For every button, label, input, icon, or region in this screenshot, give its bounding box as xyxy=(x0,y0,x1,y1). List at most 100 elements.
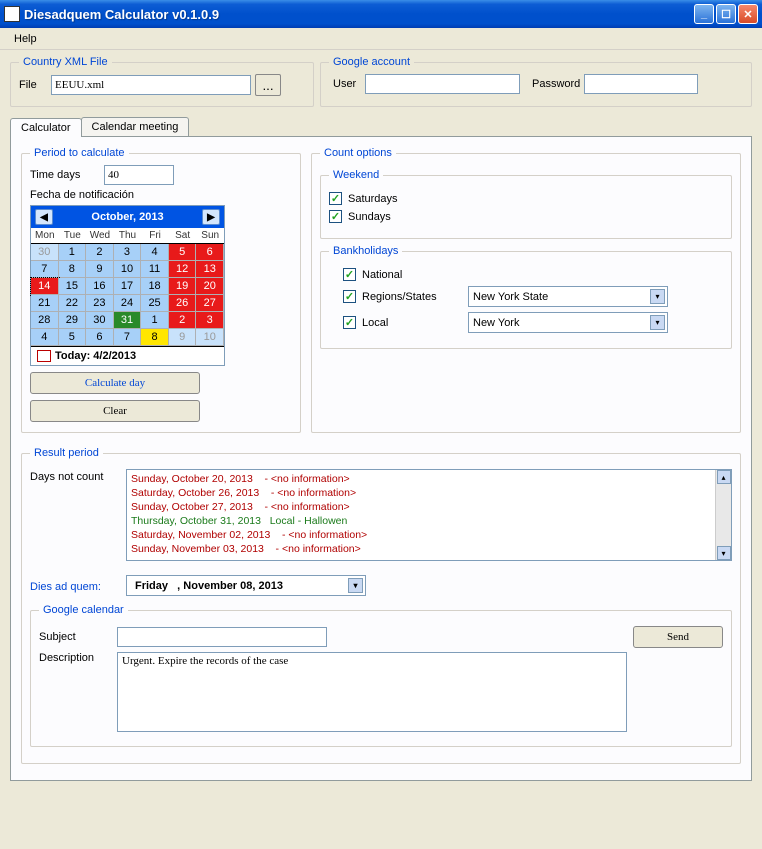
time-days-input[interactable] xyxy=(104,165,174,185)
cal-day[interactable]: 30 xyxy=(31,244,59,261)
cal-day[interactable]: 9 xyxy=(86,261,114,278)
cal-day[interactable]: 22 xyxy=(59,295,87,312)
description-textarea[interactable]: Urgent. Expire the records of the case xyxy=(117,652,627,732)
sundays-checkbox[interactable]: ✓ xyxy=(329,210,342,223)
country-legend: Country XML File xyxy=(19,56,112,68)
gcal-legend: Google calendar xyxy=(39,604,128,616)
maximize-button[interactable]: ☐ xyxy=(716,4,736,24)
count-options-group: Count options Weekend ✓ Saturdays ✓ Sund… xyxy=(311,147,741,433)
list-item[interactable]: Saturday, October 26, 2013 - <no informa… xyxy=(131,486,727,500)
days-not-count-list[interactable]: Sunday, October 20, 2013 - <no informati… xyxy=(126,469,732,561)
cal-day[interactable]: 11 xyxy=(141,261,169,278)
cal-day[interactable]: 4 xyxy=(141,244,169,261)
cal-today-label[interactable]: Today: 4/2/2013 xyxy=(55,350,136,362)
dies-ad-quem-picker[interactable]: Friday , November 08, 2013 ▾ xyxy=(126,575,366,596)
list-item[interactable]: Saturday, November 02, 2013 - <no inform… xyxy=(131,528,727,542)
time-days-label: Time days xyxy=(30,169,100,181)
national-checkbox[interactable]: ✓ xyxy=(343,268,356,281)
tab-calculator[interactable]: Calculator xyxy=(10,118,82,137)
saturdays-checkbox[interactable]: ✓ xyxy=(329,192,342,205)
cal-day[interactable]: 8 xyxy=(141,329,169,346)
browse-button[interactable]: ... xyxy=(255,74,281,96)
tab-calendar-meeting[interactable]: Calendar meeting xyxy=(81,117,190,136)
subject-input[interactable] xyxy=(117,627,327,647)
cal-day[interactable]: 4 xyxy=(31,329,59,346)
list-item[interactable]: Sunday, October 27, 2013 - <no informati… xyxy=(131,500,727,514)
clear-button[interactable]: Clear xyxy=(30,400,200,422)
cal-day[interactable]: 9 xyxy=(169,329,197,346)
cal-dow: Sun xyxy=(196,228,224,244)
cal-day[interactable]: 8 xyxy=(59,261,87,278)
cal-day[interactable]: 25 xyxy=(141,295,169,312)
cal-day[interactable]: 31 xyxy=(114,312,142,329)
google-legend: Google account xyxy=(329,56,414,68)
cal-next-button[interactable]: ▶ xyxy=(202,209,220,225)
cal-day[interactable]: 10 xyxy=(196,329,224,346)
file-input[interactable] xyxy=(51,75,251,95)
country-xml-group: Country XML File File ... xyxy=(10,56,314,107)
cal-day[interactable]: 3 xyxy=(114,244,142,261)
file-label: File xyxy=(19,79,47,91)
cal-day[interactable]: 2 xyxy=(86,244,114,261)
cal-day[interactable]: 29 xyxy=(59,312,87,329)
cal-day[interactable]: 7 xyxy=(114,329,142,346)
result-group: Result period Days not count Sunday, Oct… xyxy=(21,447,741,764)
cal-day[interactable]: 15 xyxy=(59,278,87,295)
list-item[interactable]: Thursday, October 31, 2013 Local - Hallo… xyxy=(131,514,727,528)
local-combo[interactable]: New York ▾ xyxy=(468,312,668,333)
fecha-label: Fecha de notificación xyxy=(30,189,292,201)
chevron-down-icon: ▾ xyxy=(348,578,363,593)
cal-day[interactable]: 12 xyxy=(169,261,197,278)
cal-dow: Fri xyxy=(141,228,169,244)
saturdays-label: Saturdays xyxy=(348,193,398,205)
cal-month-title: October, 2013 xyxy=(91,211,163,223)
scroll-up-icon[interactable]: ▴ xyxy=(717,470,731,484)
send-button[interactable]: Send xyxy=(633,626,723,648)
cal-day[interactable]: 26 xyxy=(169,295,197,312)
cal-day[interactable]: 23 xyxy=(86,295,114,312)
cal-prev-button[interactable]: ◀ xyxy=(35,209,53,225)
google-account-group: Google account User Password xyxy=(320,56,752,107)
cal-day[interactable]: 14 xyxy=(31,278,59,295)
calculate-day-button[interactable]: Calculate day xyxy=(30,372,200,394)
scrollbar[interactable]: ▴ ▾ xyxy=(715,470,731,560)
chevron-down-icon: ▾ xyxy=(650,289,665,304)
password-input[interactable] xyxy=(584,74,698,94)
minimize-button[interactable]: _ xyxy=(694,4,714,24)
cal-day[interactable]: 2 xyxy=(169,312,197,329)
cal-day[interactable]: 3 xyxy=(196,312,224,329)
cal-day[interactable]: 6 xyxy=(86,329,114,346)
bankholidays-group: Bankholidays ✓ National ✓ Regions/States… xyxy=(320,245,732,349)
window-title: Diesadquem Calculator v0.1.0.9 xyxy=(24,7,694,22)
cal-day[interactable]: 10 xyxy=(114,261,142,278)
cal-day[interactable]: 16 xyxy=(86,278,114,295)
cal-day[interactable]: 30 xyxy=(86,312,114,329)
list-item[interactable]: Sunday, October 20, 2013 - <no informati… xyxy=(131,472,727,486)
cal-day[interactable]: 20 xyxy=(196,278,224,295)
cal-day[interactable]: 1 xyxy=(59,244,87,261)
cal-day[interactable]: 27 xyxy=(196,295,224,312)
user-input[interactable] xyxy=(365,74,520,94)
list-item[interactable]: Sunday, November 03, 2013 - <no informat… xyxy=(131,542,727,556)
scroll-down-icon[interactable]: ▾ xyxy=(717,546,731,560)
cal-day[interactable]: 17 xyxy=(114,278,142,295)
cal-day[interactable]: 28 xyxy=(31,312,59,329)
period-legend: Period to calculate xyxy=(30,147,129,159)
cal-day[interactable]: 7 xyxy=(31,261,59,278)
cal-day[interactable]: 5 xyxy=(59,329,87,346)
cal-day[interactable]: 5 xyxy=(169,244,197,261)
cal-day[interactable]: 21 xyxy=(31,295,59,312)
cal-day[interactable]: 13 xyxy=(196,261,224,278)
cal-day[interactable]: 24 xyxy=(114,295,142,312)
menu-help[interactable]: Help xyxy=(6,31,45,47)
result-legend: Result period xyxy=(30,447,103,459)
cal-day[interactable]: 18 xyxy=(141,278,169,295)
local-checkbox[interactable]: ✓ xyxy=(343,316,356,329)
cal-day[interactable]: 1 xyxy=(141,312,169,329)
regions-checkbox[interactable]: ✓ xyxy=(343,290,356,303)
close-button[interactable]: ✕ xyxy=(738,4,758,24)
cal-day[interactable]: 19 xyxy=(169,278,197,295)
regions-combo[interactable]: New York State ▾ xyxy=(468,286,668,307)
regions-label: Regions/States xyxy=(362,291,462,303)
cal-day[interactable]: 6 xyxy=(196,244,224,261)
